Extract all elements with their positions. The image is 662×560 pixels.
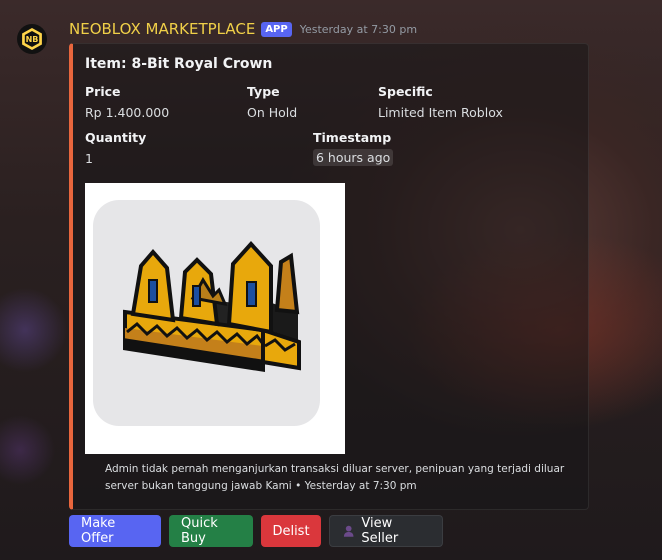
view-seller-label: View Seller [361,516,399,546]
avatar-letters: NB [24,31,40,47]
username[interactable]: NEOBLOX MARKETPLACE [69,20,255,38]
delist-button[interactable]: Delist [261,515,321,547]
neoblox-logo-icon: NB [22,28,42,50]
footer-timestamp: Yesterday at 7:30 pm [304,480,417,492]
app-badge: APP [261,21,292,37]
8-bit-royal-crown-image [123,241,301,372]
timestamp-label: Timestamp [313,130,392,145]
message-timestamp[interactable]: Yesterday at 7:30 pm [300,23,417,36]
type-value: On Hold [247,105,298,120]
action-buttons: Make Offer Quick Buy Delist View Seller [69,515,443,547]
embed-footer: Admin tidak pernah menganjurkan transaks… [105,461,565,495]
quantity-label: Quantity [85,130,147,145]
specific-value: Limited Item Roblox [378,105,503,120]
quantity-value: 1 [85,151,93,166]
item-image[interactable] [85,183,345,454]
specific-label: Specific [378,84,433,99]
person-icon [343,525,354,537]
timestamp-chip[interactable]: 6 hours ago [313,149,394,166]
type-label: Type [247,84,280,99]
price-value: Rp 1.400.000 [85,105,170,120]
timestamp-value[interactable]: 6 hours ago [313,149,394,166]
footer-separator: • [295,480,302,492]
item-image-background [93,200,320,426]
quick-buy-button[interactable]: Quick Buy [169,515,253,547]
message-header: NEOBLOX MARKETPLACE APP Yesterday at 7:3… [69,20,417,38]
view-seller-button[interactable]: View Seller [329,515,443,547]
make-offer-button[interactable]: Make Offer [69,515,161,547]
price-label: Price [85,84,121,99]
bot-avatar[interactable]: NB [17,24,47,54]
embed-title: Item: 8-Bit Royal Crown [85,56,273,72]
item-embed: Item: 8-Bit Royal Crown Price Rp 1.400.0… [69,43,589,510]
